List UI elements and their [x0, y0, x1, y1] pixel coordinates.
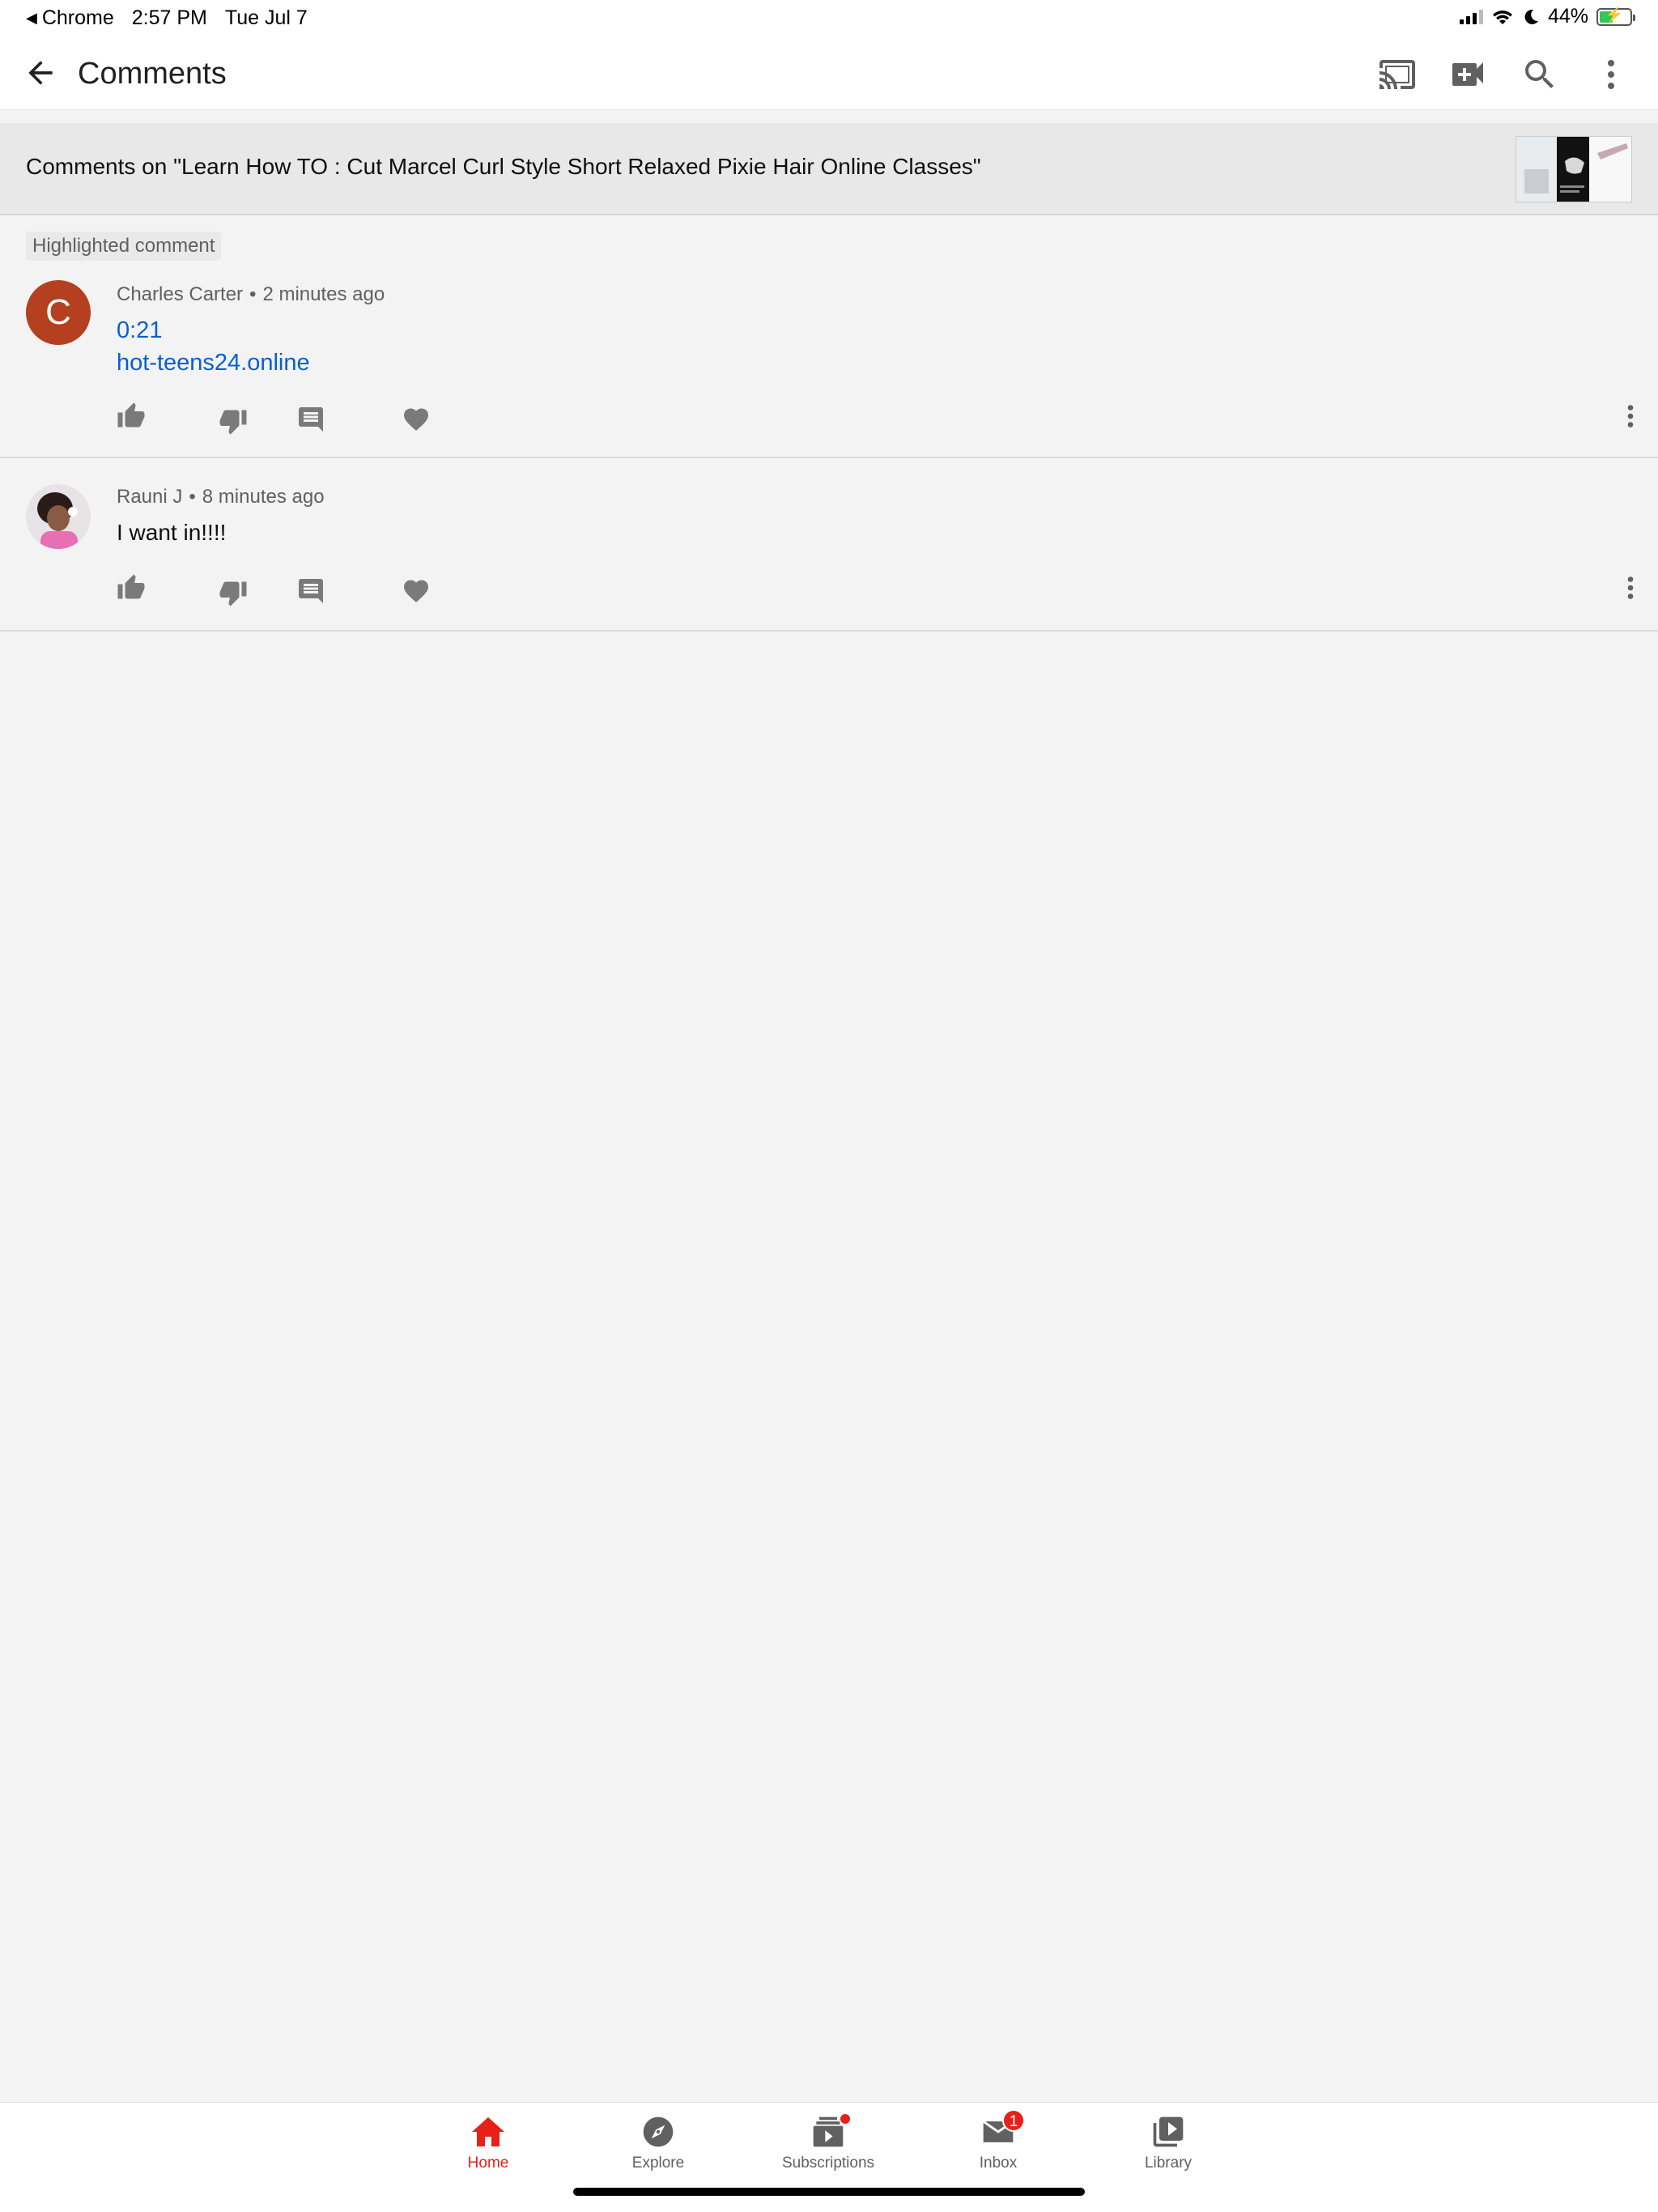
comment-actions	[117, 402, 457, 436]
subscriptions-new-dot	[839, 2112, 852, 2125]
comment-text: I want in!!!!	[117, 520, 227, 545]
highlighted-comment-label: Highlighted comment	[26, 232, 222, 261]
comment-more-icon[interactable]	[1624, 573, 1637, 602]
video-thumbnail[interactable]	[1516, 136, 1632, 202]
explore-icon	[643, 2116, 674, 2147]
thumbs-up-icon[interactable]	[117, 573, 146, 602]
comment-timestamp-link[interactable]: 0:21	[117, 317, 162, 344]
more-vert-icon[interactable]	[1592, 55, 1630, 94]
nav-label-home: Home	[467, 2155, 509, 2172]
home-indicator[interactable]	[573, 2188, 1085, 2196]
nav-label-library: Library	[1144, 2155, 1192, 2172]
status-date: Tue Jul 7	[224, 6, 308, 29]
comment-meta: Rauni J • 8 minutes ago	[117, 486, 325, 508]
comment-time: 8 minutes ago	[202, 486, 325, 508]
heart-icon[interactable]	[402, 405, 431, 434]
video-banner[interactable]: Comments on "Learn How TO : Cut Marcel C…	[0, 123, 1658, 215]
status-bar: ◀ Chrome 2:57 PM Tue Jul 7 44% ⚡	[0, 0, 1658, 36]
nav-item-library[interactable]: Library	[1107, 2114, 1229, 2172]
comment-item: Highlighted comment C Charles Carter • 2 m…	[0, 217, 1658, 458]
comment-link[interactable]: hot-teens24.online	[117, 350, 310, 376]
nav-item-home[interactable]: Home	[427, 2114, 549, 2172]
back-to-app-icon[interactable]: ◀	[26, 10, 37, 27]
comment-meta: Charles Carter • 2 minutes ago	[117, 283, 385, 305]
library-icon	[1153, 2116, 1184, 2147]
thumbs-up-icon[interactable]	[117, 402, 146, 431]
wifi-icon	[1492, 10, 1512, 24]
avatar[interactable]	[26, 484, 91, 549]
comment-time: 2 minutes ago	[262, 283, 385, 305]
comment-item: Rauni J • 8 minutes ago I want in!!!!	[0, 458, 1658, 632]
home-icon	[472, 2117, 504, 2146]
signal-icon	[1459, 9, 1483, 24]
thumbs-down-icon[interactable]	[219, 406, 248, 436]
nav-item-explore[interactable]: Explore	[597, 2114, 719, 2172]
nav-label-subscriptions: Subscriptions	[781, 2155, 875, 2172]
cast-icon[interactable]	[1378, 55, 1417, 94]
page-title: Comments	[78, 57, 227, 91]
reply-icon[interactable]	[296, 405, 325, 434]
comment-author[interactable]: Rauni J	[117, 486, 182, 508]
inbox-badge: 1	[1002, 2109, 1025, 2132]
video-banner-title: Comments on "Learn How TO : Cut Marcel C…	[26, 154, 981, 179]
nav-item-subscriptions[interactable]: Subscriptions	[767, 2112, 889, 2172]
app-header: Comments	[0, 36, 1658, 110]
comment-more-icon[interactable]	[1624, 402, 1637, 431]
back-arrow-icon[interactable]	[23, 55, 58, 91]
status-bar-left: ◀ Chrome 2:57 PM Tue Jul 7	[26, 6, 308, 30]
reply-icon[interactable]	[296, 576, 325, 606]
heart-icon[interactable]	[402, 576, 431, 606]
back-to-app-label[interactable]: Chrome	[42, 6, 114, 30]
thumbs-down-icon[interactable]	[219, 578, 248, 607]
status-bar-right: 44% ⚡	[1459, 5, 1635, 28]
search-icon[interactable]	[1520, 55, 1559, 94]
nav-item-inbox[interactable]: 1 Inbox	[937, 2109, 1059, 2172]
status-time: 2:57 PM	[131, 6, 207, 29]
avatar[interactable]: C	[26, 280, 91, 345]
nav-label-inbox: Inbox	[979, 2155, 1018, 2172]
video-add-icon[interactable]	[1449, 55, 1488, 94]
battery-percent: 44%	[1547, 5, 1588, 28]
do-not-disturb-icon	[1524, 9, 1538, 24]
battery-icon: ⚡	[1596, 6, 1635, 26]
comment-author[interactable]: Charles Carter	[117, 283, 243, 305]
nav-label-explore: Explore	[631, 2155, 685, 2172]
comment-actions	[117, 573, 457, 606]
